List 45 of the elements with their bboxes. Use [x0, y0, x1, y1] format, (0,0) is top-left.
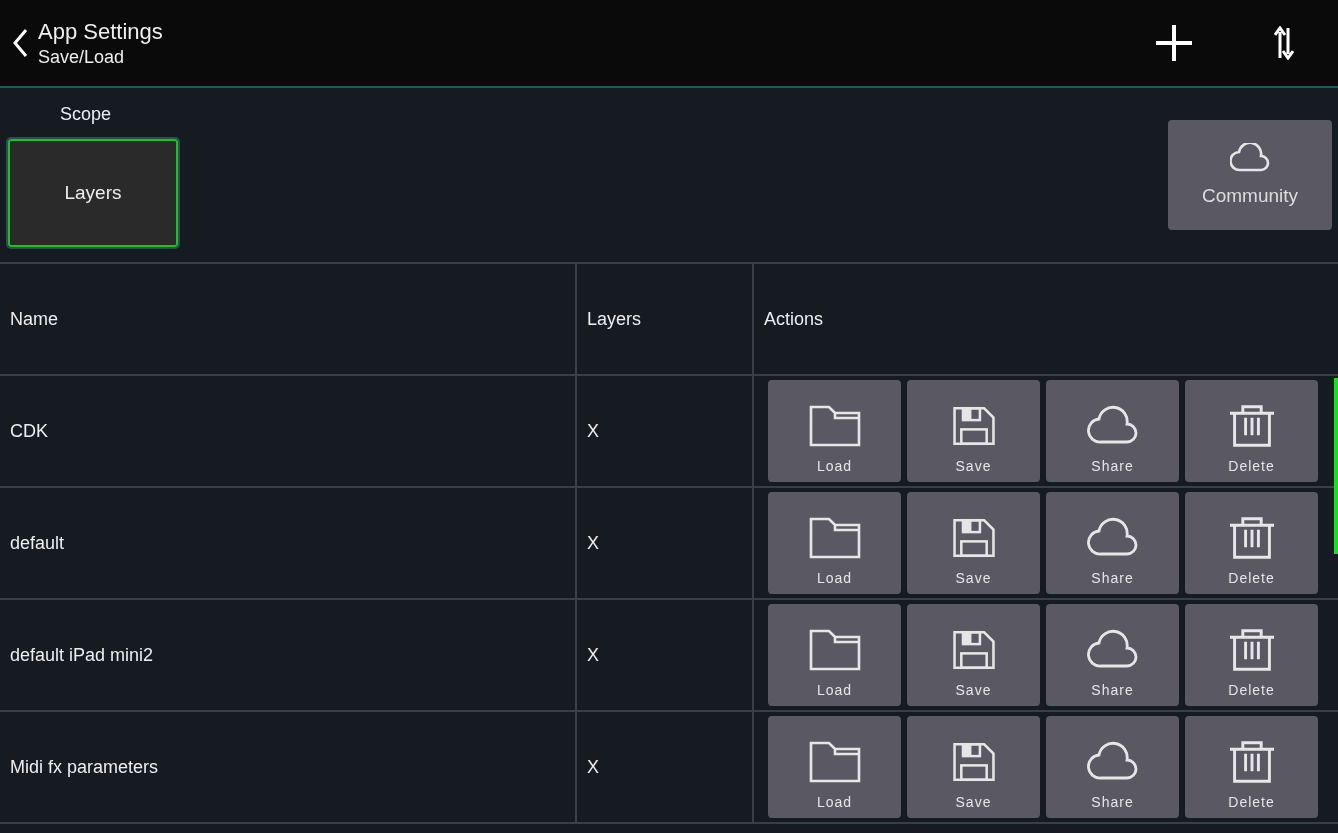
- folder-icon: [808, 740, 861, 784]
- layers-cell: X: [577, 712, 754, 822]
- back-icon[interactable]: [12, 28, 28, 58]
- screen-subtitle: Save/Load: [38, 46, 126, 68]
- save-button[interactable]: Save: [907, 492, 1040, 594]
- share-button[interactable]: Share: [1046, 380, 1179, 482]
- scope-label: Scope: [60, 104, 113, 125]
- name-cell: default: [0, 488, 577, 598]
- save-button[interactable]: Save: [907, 380, 1040, 482]
- layers-cell: X: [577, 600, 754, 710]
- trash-can-icon: [1227, 628, 1276, 672]
- delete-button[interactable]: Delete: [1185, 380, 1318, 482]
- scrollbar-thumb[interactable]: [1334, 378, 1338, 554]
- delete-button[interactable]: Delete: [1185, 492, 1318, 594]
- cloud-icon: [1230, 143, 1270, 173]
- load-button[interactable]: Load: [768, 716, 901, 818]
- save-button[interactable]: Save: [907, 604, 1040, 706]
- name-cell: CDK: [0, 376, 577, 486]
- delete-button[interactable]: Delete: [1185, 604, 1318, 706]
- save-button[interactable]: Save: [907, 716, 1040, 818]
- share-button[interactable]: Share: [1046, 604, 1179, 706]
- folder-icon: [808, 628, 861, 672]
- delete-button[interactable]: Delete: [1185, 716, 1318, 818]
- load-button[interactable]: Load: [768, 380, 901, 482]
- sort-arrows-icon[interactable]: [1274, 26, 1294, 60]
- name-cell: default iPad mini2: [0, 600, 577, 710]
- share-button[interactable]: Share: [1046, 716, 1179, 818]
- community-button[interactable]: Community: [1168, 120, 1332, 230]
- layers-cell: X: [577, 376, 754, 486]
- trash-can-icon: [1227, 404, 1276, 448]
- screen-title: App Settings: [38, 18, 163, 45]
- load-button[interactable]: Load: [768, 492, 901, 594]
- column-header: Layers: [577, 264, 754, 374]
- folder-icon: [808, 404, 861, 448]
- column-header: Name: [0, 264, 577, 374]
- column-header: Actions: [763, 307, 825, 331]
- layers-cell: X: [577, 488, 754, 598]
- name-cell: Midi fx parameters: [0, 712, 577, 822]
- load-button[interactable]: Load: [768, 604, 901, 706]
- share-button[interactable]: Share: [1046, 492, 1179, 594]
- trash-can-icon: [1227, 740, 1276, 784]
- add-icon[interactable]: [1154, 23, 1194, 63]
- folder-icon: [808, 516, 861, 560]
- trash-can-icon: [1227, 516, 1276, 560]
- scope-toggle[interactable]: Layers: [8, 139, 178, 247]
